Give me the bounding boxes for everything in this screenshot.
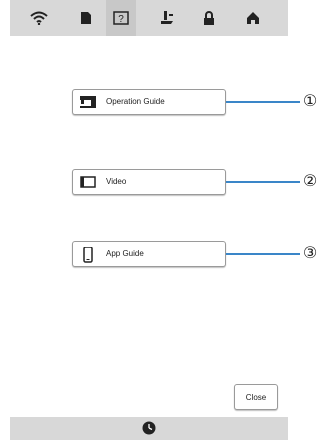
phone-icon — [80, 246, 96, 263]
callout-line-2 — [226, 181, 300, 183]
wifi-icon[interactable] — [24, 0, 54, 36]
lock-icon[interactable] — [194, 0, 224, 36]
video-button[interactable]: Video — [72, 169, 226, 195]
clock-icon[interactable] — [142, 421, 156, 435]
app-guide-button[interactable]: App Guide — [72, 241, 226, 267]
callout-line-1 — [226, 101, 300, 103]
app-guide-label: App Guide — [106, 249, 144, 258]
callout-3: ③ — [302, 245, 318, 262]
sewing-machine-icon — [80, 95, 96, 109]
callout-1: ① — [302, 93, 318, 110]
video-label: Video — [106, 177, 127, 186]
bottom-bar — [10, 417, 288, 440]
callout-2: ② — [302, 173, 318, 190]
presser-foot-icon[interactable] — [152, 0, 182, 36]
help-screen: ? Operation Guide ① Video ② App Guide ③ … — [0, 0, 317, 440]
callout-line-3 — [226, 253, 300, 255]
svg-text:?: ? — [118, 14, 124, 25]
document-icon[interactable] — [71, 0, 101, 36]
video-screen-icon — [80, 175, 96, 189]
top-toolbar: ? — [10, 0, 288, 36]
help-icon[interactable]: ? — [106, 0, 136, 36]
operation-guide-button[interactable]: Operation Guide — [72, 89, 226, 115]
home-icon[interactable] — [238, 0, 268, 36]
operation-guide-label: Operation Guide — [106, 97, 165, 106]
close-button[interactable]: Close — [234, 384, 278, 410]
